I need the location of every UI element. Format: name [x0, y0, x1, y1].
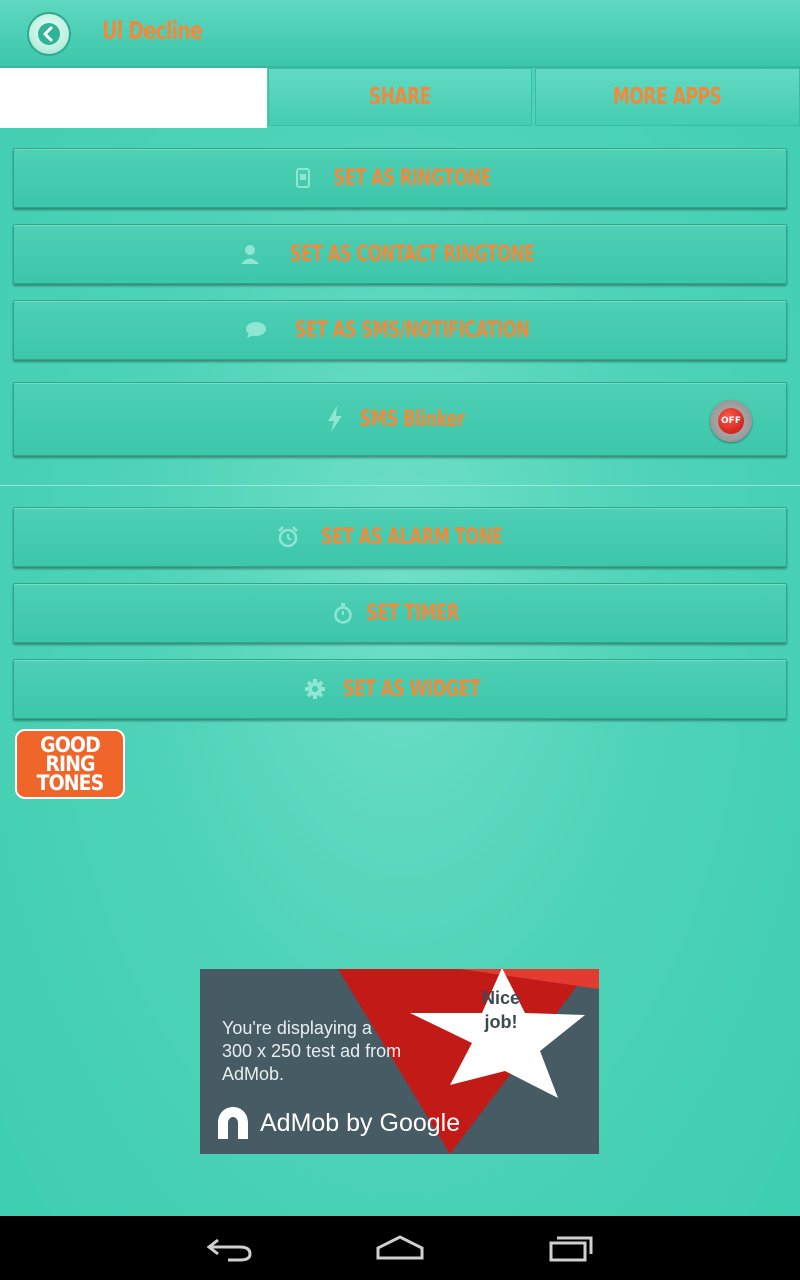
- lightning-icon: [324, 406, 346, 432]
- tab-blank[interactable]: [0, 68, 267, 128]
- tab-bar: SHARE MORE APPS: [0, 68, 800, 128]
- sms-blinker-row: SMS Blinker OFF: [13, 382, 787, 456]
- admob-logo-icon: [218, 1107, 248, 1139]
- sms-blinker-toggle[interactable]: OFF: [710, 400, 752, 442]
- set-widget-label: SET AS WIDGET: [343, 676, 481, 702]
- home-nav-icon[interactable]: [375, 1234, 425, 1262]
- ad-brand-text: AdMob by Google: [260, 1109, 461, 1137]
- alarm-clock-icon: [277, 526, 299, 548]
- good-ringtones-logo[interactable]: GOOD RING TONES: [15, 729, 125, 799]
- set-timer-label: SET TIMER: [365, 600, 459, 626]
- set-alarm-tone-button[interactable]: SET AS ALARM TONE: [13, 507, 787, 567]
- set-contact-ringtone-label: SET AS CONTACT RINGTONE: [289, 241, 535, 267]
- ad-body-text: You're displaying a 300 x 250 test ad fr…: [222, 1018, 402, 1084]
- set-sms-notification-button[interactable]: SET AS SMS/NOTIFICATION: [13, 300, 787, 360]
- ad-badge-line-2: job!: [484, 1012, 518, 1032]
- tab-share[interactable]: SHARE: [268, 68, 532, 126]
- admob-test-ad[interactable]: You're displaying a 300 x 250 test ad fr…: [200, 969, 599, 1154]
- toggle-state-label: OFF: [718, 408, 744, 434]
- logo-line-3: TONES: [36, 771, 105, 795]
- ad-badge: Nice job!: [474, 986, 528, 1034]
- sms-blinker-label: SMS Blinker: [359, 406, 465, 432]
- phone-icon: [292, 167, 314, 189]
- section-divider: [0, 485, 800, 486]
- gear-icon: [304, 678, 326, 700]
- set-alarm-tone-label: SET AS ALARM TONE: [321, 524, 503, 550]
- set-ringtone-label: SET AS RINGTONE: [333, 165, 491, 191]
- recents-nav-icon[interactable]: [548, 1234, 594, 1262]
- app-toolbar: Ul Decline: [0, 0, 800, 68]
- page-title: Ul Decline: [102, 16, 203, 45]
- ad-badge-line-1: Nice: [481, 988, 521, 1008]
- set-widget-button[interactable]: SET AS WIDGET: [13, 659, 787, 719]
- set-sms-notification-label: SET AS SMS/NOTIFICATION: [294, 317, 530, 343]
- set-timer-button[interactable]: SET TIMER: [13, 583, 787, 643]
- back-button[interactable]: [29, 14, 69, 54]
- chat-bubble-icon: [245, 319, 267, 341]
- stopwatch-icon: [332, 602, 354, 624]
- set-contact-ringtone-button[interactable]: SET AS CONTACT RINGTONE: [13, 224, 787, 284]
- back-nav-icon[interactable]: [206, 1234, 254, 1262]
- tab-more-apps-label: MORE APPS: [613, 84, 722, 110]
- tab-more-apps[interactable]: MORE APPS: [535, 68, 800, 126]
- system-navigation-bar: [0, 1216, 800, 1280]
- set-ringtone-button[interactable]: SET AS RINGTONE: [13, 148, 787, 208]
- tab-share-label: SHARE: [368, 84, 432, 110]
- contact-icon: [239, 243, 261, 265]
- back-arrow-icon: [38, 23, 60, 45]
